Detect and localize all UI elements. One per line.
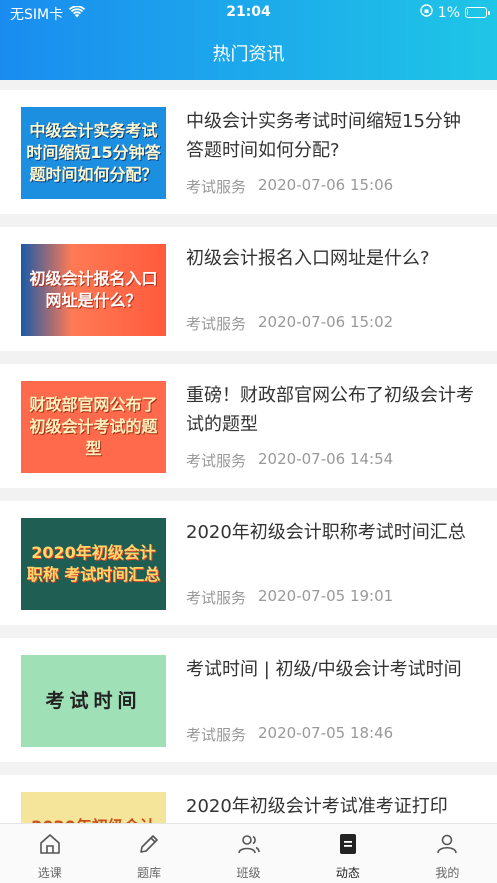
news-source: 考试服务 — [186, 589, 247, 607]
news-title: 重磅！财政部官网公布了初级会计考试的题型 — [186, 385, 474, 435]
news-meta: 考试服务 2020-07-06 14:54 — [186, 450, 393, 471]
news-time: 2020-07-06 14:54 — [258, 450, 394, 468]
news-item[interactable]: 财政部官网公布了初级会计考试的题型 重磅！财政部官网公布了初级会计考试的题型 考… — [0, 364, 497, 488]
app-header: 无SIM卡 21:04 1% 热门资讯 — [0, 0, 497, 80]
news-time: 2020-07-06 15:06 — [258, 176, 394, 194]
tab-label: 题库 — [137, 866, 162, 880]
news-meta: 考试服务 2020-07-05 18:46 — [186, 724, 393, 745]
tab-classes[interactable]: 班级 — [199, 824, 298, 883]
news-source: 考试服务 — [186, 178, 247, 196]
news-time: 2020-07-05 19:01 — [258, 587, 394, 605]
news-thumbnail: 初级会计报名入口网址是什么？ — [21, 244, 166, 336]
news-source: 考试服务 — [186, 452, 247, 470]
tab-label: 选课 — [37, 866, 62, 880]
pencil-icon — [137, 832, 161, 864]
tab-courses[interactable]: 选课 — [0, 824, 99, 883]
user-icon — [435, 832, 459, 864]
tab-label: 动态 — [335, 866, 360, 880]
news-time: 2020-07-05 18:46 — [258, 724, 394, 742]
tab-news[interactable]: 动态 — [298, 824, 397, 883]
status-right: 1% — [420, 4, 490, 21]
tab-bar: 选课 题库 班级 动态 我的 — [0, 823, 497, 883]
news-thumbnail: 中级会计实务考试时间缩短15分钟答题时间如何分配？ — [21, 107, 166, 199]
news-item[interactable]: 2020年初级会计职称 考试时间汇总 2020年初级会计职称考试时间汇总 考试服… — [0, 501, 497, 625]
news-thumbnail: 考试时间 — [21, 655, 166, 747]
news-item[interactable]: 初级会计报名入口网址是什么？ 初级会计报名入口网址是什么? 考试服务 2020-… — [0, 227, 497, 351]
news-title: 2020年初级会计考试准考证打印 — [186, 796, 448, 817]
news-list: 中级会计实务考试时间缩短15分钟答题时间如何分配？ 中级会计实务考试时间缩短15… — [0, 90, 497, 883]
news-thumbnail: 财政部官网公布了初级会计考试的题型 — [21, 381, 166, 473]
people-icon — [237, 832, 261, 864]
home-icon — [38, 832, 62, 864]
battery-percent: 1% — [437, 4, 460, 21]
news-meta: 考试服务 2020-07-05 19:01 — [186, 587, 393, 608]
news-title: 中级会计实务考试时间缩短15分钟 答题时间如何分配? — [186, 111, 461, 161]
news-icon — [336, 832, 360, 864]
page-title: 热门资讯 — [212, 44, 285, 65]
tab-label: 我的 — [435, 866, 460, 880]
news-title: 2020年初级会计职称考试时间汇总 — [186, 522, 466, 543]
news-source: 考试服务 — [186, 726, 247, 744]
news-meta: 考试服务 2020-07-06 15:06 — [186, 176, 393, 197]
tab-profile[interactable]: 我的 — [398, 824, 497, 883]
battery-level — [467, 9, 468, 15]
news-meta: 考试服务 2020-07-06 15:02 — [186, 313, 393, 334]
news-item[interactable]: 中级会计实务考试时间缩短15分钟答题时间如何分配？ 中级会计实务考试时间缩短15… — [0, 90, 497, 214]
battery-icon — [465, 7, 490, 18]
news-time: 2020-07-06 15:02 — [258, 313, 394, 331]
news-thumbnail: 2020年初级会计职称 考试时间汇总 — [21, 518, 166, 610]
tab-question-bank[interactable]: 题库 — [99, 824, 198, 883]
tab-label: 班级 — [236, 866, 261, 880]
news-title: 考试时间 | 初级/中级会计考试时间 — [186, 659, 462, 680]
news-title: 初级会计报名入口网址是什么? — [186, 248, 430, 269]
news-source: 考试服务 — [186, 315, 247, 333]
orientation-lock-icon — [420, 4, 433, 21]
news-item[interactable]: 考试时间 考试时间 | 初级/中级会计考试时间 考试服务 2020-07-05 … — [0, 638, 497, 762]
status-bar: 无SIM卡 21:04 1% — [0, 0, 497, 26]
